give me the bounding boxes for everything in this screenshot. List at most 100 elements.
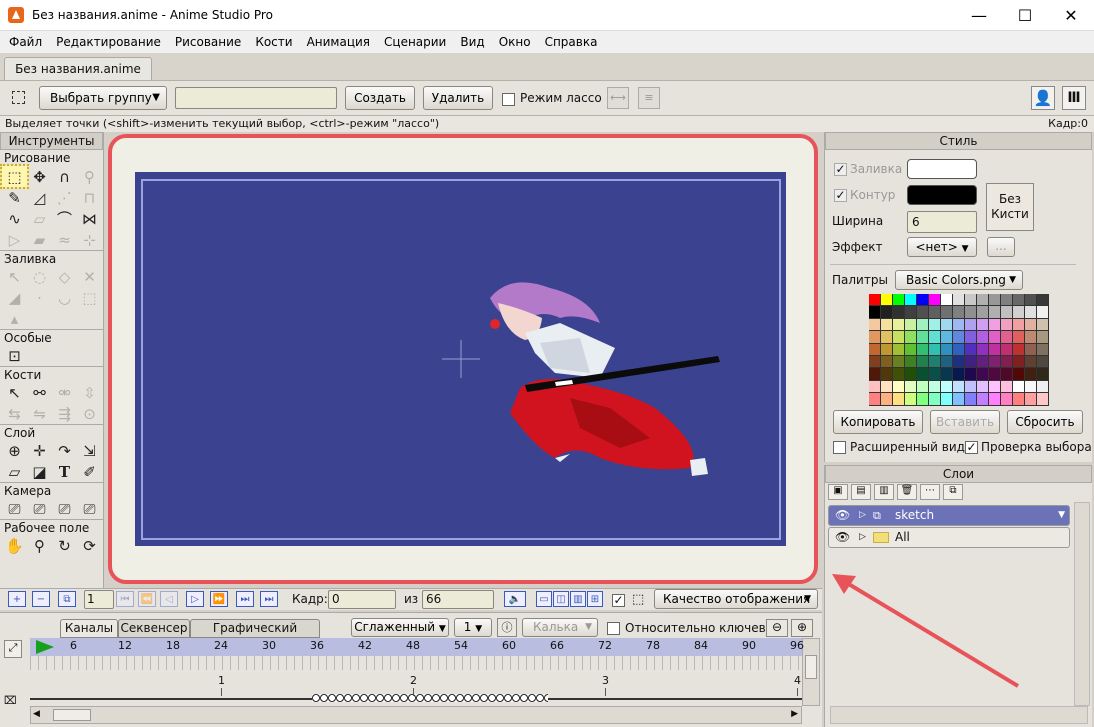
prev-frame-icon[interactable]: ◁ bbox=[160, 591, 178, 607]
palette-swatch[interactable] bbox=[965, 306, 977, 319]
timeline-vscrollbar[interactable] bbox=[802, 638, 820, 706]
palette-swatch[interactable] bbox=[869, 355, 881, 369]
palette-swatch[interactable] bbox=[881, 343, 893, 356]
palette-swatch[interactable] bbox=[905, 306, 917, 319]
palette-swatch[interactable] bbox=[917, 355, 929, 369]
menu-help[interactable]: Справка bbox=[538, 35, 605, 49]
transform-bone-tool-icon[interactable]: ⚯ bbox=[27, 382, 52, 403]
palette-swatch[interactable] bbox=[893, 306, 905, 319]
palette-swatch[interactable] bbox=[941, 393, 953, 406]
total-frames-input[interactable]: 66 bbox=[422, 590, 494, 609]
palette-swatch[interactable] bbox=[989, 368, 1001, 381]
add-bone-tool-icon[interactable]: ⚮ bbox=[52, 382, 77, 403]
line-width-tool-icon[interactable]: ◢ bbox=[2, 287, 27, 308]
interpolation-dropdown[interactable]: Сглаженный ▼ bbox=[351, 618, 449, 637]
palette-swatch[interactable] bbox=[1013, 343, 1025, 356]
bend-tool-icon[interactable]: ⋈ bbox=[77, 208, 102, 229]
maximize-button[interactable]: ☐ bbox=[1002, 0, 1048, 31]
transform-points-tool-icon[interactable]: ✥ bbox=[27, 166, 52, 187]
palette-swatch[interactable] bbox=[869, 380, 881, 394]
palette-swatch[interactable] bbox=[965, 331, 977, 344]
palette-swatch[interactable] bbox=[905, 393, 917, 406]
palette-swatch[interactable] bbox=[941, 343, 953, 356]
palette-swatch[interactable] bbox=[965, 355, 977, 369]
palette-swatch[interactable] bbox=[1037, 318, 1049, 332]
palette-swatch[interactable] bbox=[989, 393, 1001, 406]
flip-vertical-icon[interactable]: ≡ bbox=[638, 87, 660, 109]
palette-swatch[interactable] bbox=[917, 393, 929, 406]
palette-swatch[interactable] bbox=[1025, 355, 1037, 369]
palette-swatch[interactable] bbox=[905, 380, 917, 394]
vscroll-thumb[interactable] bbox=[805, 655, 817, 679]
palette-swatch[interactable] bbox=[1025, 343, 1037, 356]
palette-dropdown[interactable]: Basic Colors.png ▼ bbox=[895, 270, 1023, 290]
palette-swatch[interactable] bbox=[893, 343, 905, 356]
sound-icon[interactable]: 🔈 bbox=[504, 591, 526, 607]
layers-hscrollbar[interactable] bbox=[830, 706, 1088, 724]
add-point-tool-icon[interactable]: ⋰ bbox=[52, 187, 77, 208]
timeline-zoom-in-icon[interactable]: ⊕ bbox=[791, 619, 813, 637]
delete-button[interactable]: Удалить bbox=[423, 86, 493, 110]
zoom-tool-icon[interactable]: ⚲ bbox=[27, 535, 52, 556]
palette-swatch[interactable] bbox=[977, 306, 989, 319]
zoom-in-timeline-icon[interactable]: + bbox=[8, 591, 26, 607]
palette-swatch[interactable] bbox=[1025, 368, 1037, 381]
palette-swatch[interactable] bbox=[989, 294, 1001, 307]
palette-swatch[interactable] bbox=[1037, 306, 1049, 319]
menu-view[interactable]: Вид bbox=[453, 35, 491, 49]
timeline-zoom-out-icon[interactable]: ⊖ bbox=[766, 619, 788, 637]
palette-swatch[interactable] bbox=[965, 343, 977, 356]
palette-swatch[interactable] bbox=[965, 393, 977, 406]
prev-key-icon[interactable]: ⏪ bbox=[138, 591, 156, 607]
translate-layer-tool-icon[interactable]: ⊕ bbox=[2, 440, 27, 461]
stroke-checkbox[interactable] bbox=[834, 188, 847, 202]
palette-swatch[interactable] bbox=[1001, 343, 1013, 356]
flip-horizontal-icon[interactable]: ⟷ bbox=[607, 87, 629, 109]
set-origin-tool-icon[interactable]: ✛ bbox=[27, 440, 52, 461]
orbit-workspace-tool-icon[interactable]: ⟳ bbox=[77, 535, 102, 556]
palette-swatch[interactable] bbox=[1037, 380, 1049, 394]
palette-swatch[interactable] bbox=[1001, 306, 1013, 319]
eyedropper-tool-icon[interactable]: ✐ bbox=[77, 461, 102, 482]
palette-swatch[interactable] bbox=[1037, 294, 1049, 307]
view-triple-icon[interactable]: ▥ bbox=[570, 591, 586, 607]
view-split-icon[interactable]: ◫ bbox=[553, 591, 569, 607]
palette-swatch[interactable] bbox=[1001, 393, 1013, 406]
palette-swatch[interactable] bbox=[893, 318, 905, 332]
manipulate-bones-tool-icon[interactable]: ⇋ bbox=[27, 403, 52, 424]
eye-icon[interactable]: 👁 bbox=[835, 506, 850, 525]
select-shape-tool-icon[interactable]: ↖ bbox=[2, 266, 27, 287]
switch-layer-tool-icon[interactable]: ◪ bbox=[27, 461, 52, 482]
expand-arrow-icon[interactable]: ▷ bbox=[859, 528, 866, 547]
palette-swatch[interactable] bbox=[1013, 355, 1025, 369]
palette-swatch[interactable] bbox=[965, 380, 977, 394]
layers-scrollbar[interactable] bbox=[1074, 502, 1090, 706]
palette-swatch[interactable] bbox=[917, 331, 929, 344]
stroke-color-swatch[interactable] bbox=[907, 185, 977, 205]
palette-swatch[interactable] bbox=[893, 331, 905, 344]
palette-swatch[interactable] bbox=[929, 343, 941, 356]
palette-swatch[interactable] bbox=[881, 318, 893, 332]
select-group-dropdown[interactable]: Выбрать группу ▼ bbox=[39, 86, 167, 110]
palette-swatch[interactable] bbox=[1013, 318, 1025, 332]
palette-swatch[interactable] bbox=[1037, 331, 1049, 344]
palette-swatch[interactable] bbox=[1037, 355, 1049, 369]
palette-swatch[interactable] bbox=[977, 393, 989, 406]
perspective-tool-icon[interactable]: ⌒ bbox=[52, 208, 77, 229]
palette-swatch[interactable] bbox=[917, 343, 929, 356]
ease-icon[interactable]: ⓘ bbox=[497, 618, 517, 637]
lasso-checkbox[interactable] bbox=[502, 92, 515, 106]
palette-swatch[interactable] bbox=[977, 380, 989, 394]
palette-swatch[interactable] bbox=[953, 393, 965, 406]
palette-swatch[interactable] bbox=[989, 331, 1001, 344]
palette-swatch[interactable] bbox=[953, 368, 965, 381]
palette-swatch[interactable] bbox=[869, 306, 881, 319]
view-single-icon[interactable]: ▭ bbox=[536, 591, 552, 607]
chevron-down-icon[interactable]: ▼ bbox=[1058, 506, 1065, 525]
palette-swatch[interactable] bbox=[881, 368, 893, 381]
palette-swatch[interactable] bbox=[1037, 368, 1049, 381]
color-points-tool-icon[interactable]: ▴ bbox=[2, 308, 27, 329]
new-group-icon[interactable]: ▤ bbox=[851, 484, 871, 500]
zoom-camera-tool-icon[interactable]: ⎚ bbox=[27, 498, 52, 519]
zoom-out-timeline-icon[interactable]: − bbox=[32, 591, 50, 607]
